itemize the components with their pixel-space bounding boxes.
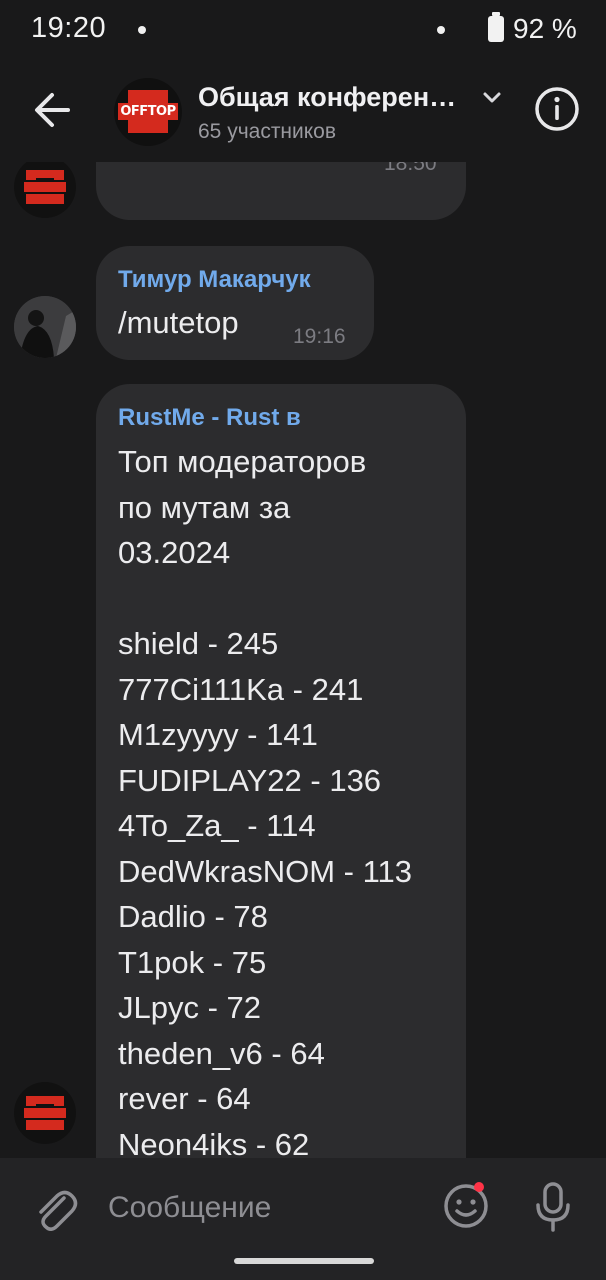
- message-line: 777Ci111Ka - 241: [118, 671, 364, 707]
- user-avatar-icon: [14, 296, 76, 358]
- chevron-down-icon[interactable]: [482, 90, 502, 106]
- message-line: M1zyyyy - 141: [118, 717, 318, 752]
- logo-shape: [128, 120, 168, 133]
- message-line: Neon4iks - 62: [118, 1126, 310, 1159]
- notification-dot-icon: [138, 26, 146, 34]
- message-line: theden_v6 - 64: [118, 1035, 325, 1071]
- message-list[interactable]: staminaLF - 1 18:50 Тимур Макарчук /mute…: [0, 162, 606, 1158]
- message-time: 19:16: [293, 325, 346, 348]
- message-bubble[interactable]: Тимур Макарчук /mutetop 19:16: [96, 246, 374, 360]
- message-line: 4To_Za_ - 114: [118, 808, 316, 843]
- message-line: DedWkrasNOM - 113: [118, 853, 412, 889]
- message-author[interactable]: Тимур Макарчук: [118, 266, 311, 294]
- message-line: [118, 576, 412, 622]
- info-icon: [535, 87, 579, 131]
- message-line: Топ модераторов: [118, 444, 367, 479]
- paperclip-icon: [39, 1190, 78, 1231]
- notification-badge: [474, 1182, 484, 1192]
- message-line: rever - 64: [118, 1081, 251, 1116]
- avatar[interactable]: [14, 296, 76, 358]
- message-author[interactable]: RustMe - Rust в: [118, 404, 301, 432]
- message-line: JLpyc - 72: [118, 990, 262, 1025]
- back-button[interactable]: [22, 82, 82, 138]
- message-text: /mutetop: [118, 305, 239, 340]
- chat-title[interactable]: Общая конферен…: [198, 82, 456, 113]
- message-line: Dadlio - 78: [118, 899, 268, 934]
- message-bubble[interactable]: staminaLF - 1 18:50: [96, 162, 466, 220]
- message-text: staminaLF - 1: [118, 162, 308, 174]
- message-time: 18:50: [384, 162, 437, 175]
- microphone-button[interactable]: [530, 1180, 576, 1234]
- status-bar: 19:20 92 %: [0, 0, 606, 60]
- message-line: по мутам за: [118, 489, 291, 525]
- group-logo-text: OFFTOP: [118, 103, 178, 120]
- avatar[interactable]: [14, 162, 76, 218]
- group-avatar[interactable]: OFFTOP: [114, 78, 182, 146]
- message-line: FUDIPLAY22 - 136: [118, 762, 382, 798]
- message-line: T1pok - 75: [118, 944, 267, 980]
- battery-icon: [488, 12, 504, 42]
- microphone-icon: [536, 1182, 570, 1232]
- message-input[interactable]: [108, 1186, 428, 1230]
- message-line: 03.2024: [118, 535, 231, 570]
- info-button[interactable]: [532, 84, 582, 134]
- home-indicator[interactable]: [234, 1258, 374, 1264]
- arrow-back-icon: [35, 93, 70, 127]
- chat-subtitle: 65 участников: [198, 120, 337, 143]
- avatar[interactable]: [14, 1082, 76, 1144]
- message-line: shield - 245: [118, 626, 279, 661]
- offtop-avatar-icon: [24, 170, 66, 204]
- message-bubble[interactable]: RustMe - Rust в Топ модераторов по мутам …: [96, 384, 466, 1158]
- battery-level: 92 %: [513, 13, 577, 44]
- status-time: 19:20: [31, 12, 107, 44]
- attach-button[interactable]: [30, 1182, 80, 1236]
- logo-shape: [128, 90, 168, 103]
- chat-header: OFFTOP Общая конферен… 65 участников: [0, 60, 606, 162]
- offtop-avatar-icon: [24, 1096, 66, 1130]
- message-text: Топ модераторов по мутам за 03.2024 shield…: [118, 439, 412, 1158]
- notification-dot-icon: [437, 26, 445, 34]
